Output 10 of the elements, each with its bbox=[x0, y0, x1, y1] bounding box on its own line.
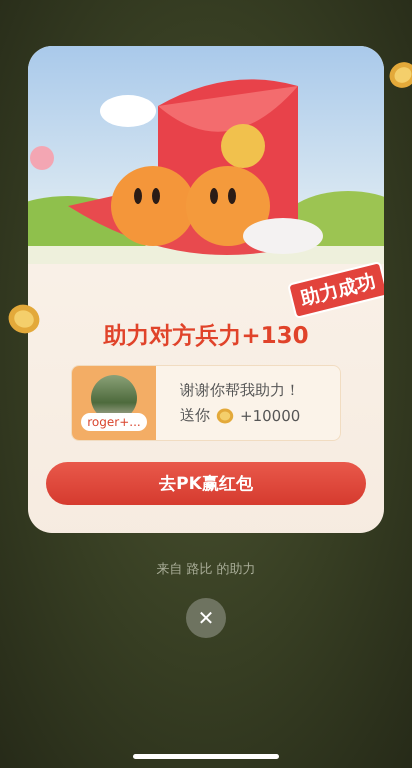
pk-reward-button[interactable]: 去PK赢红包 bbox=[46, 462, 366, 505]
close-button[interactable]: ✕ bbox=[186, 598, 226, 638]
gift-amount: +10000 bbox=[240, 406, 300, 424]
gift-label: 送你 bbox=[180, 406, 210, 425]
boost-title: 助力对方兵力+130 bbox=[103, 322, 309, 351]
success-stamp: 助力成功 bbox=[287, 260, 384, 320]
coin-icon bbox=[216, 406, 234, 424]
helper-source-text: 来自 路比 的助力 bbox=[156, 561, 256, 578]
helper-name: roger+... bbox=[81, 413, 147, 431]
thanks-message: 谢谢你帮我助力！ bbox=[180, 381, 300, 400]
